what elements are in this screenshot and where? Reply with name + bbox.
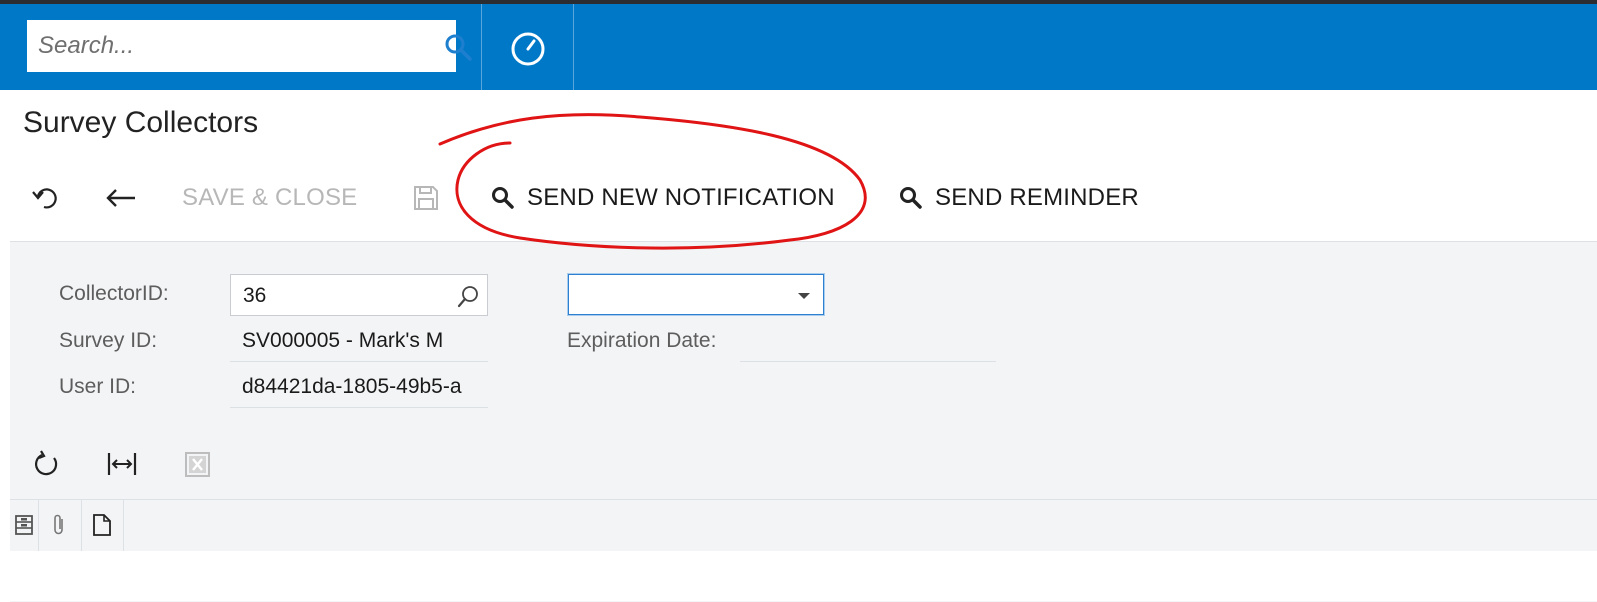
grid-column-divider (81, 500, 82, 551)
fit-columns-icon[interactable] (106, 451, 138, 477)
expiration-date-label: Expiration Date: (567, 329, 717, 352)
save-button[interactable] (412, 178, 440, 218)
back-arrow-icon (106, 189, 135, 207)
save-close-label: SAVE & CLOSE (182, 184, 358, 211)
survey-id-label: Survey ID: (59, 329, 158, 352)
magnifier-icon (492, 187, 514, 209)
grid-column-divider (38, 500, 39, 551)
field-underline (230, 361, 488, 362)
attachment-icon[interactable] (50, 513, 68, 537)
collector-id-value: 36 (243, 284, 267, 307)
user-id-label: User ID: (59, 375, 137, 398)
save-close-button[interactable]: SAVE & CLOSE (182, 178, 357, 218)
lookup-search-icon[interactable] (457, 284, 481, 308)
note-icon[interactable] (92, 513, 112, 537)
user-id-value[interactable]: d84421da-1805-49b5-a (242, 375, 482, 399)
grid-body (10, 551, 1597, 601)
top-navigation-bar (0, 4, 1597, 90)
files-icon[interactable] (13, 514, 35, 536)
header-divider (481, 4, 482, 90)
undo-icon (32, 188, 57, 209)
survey-id-value[interactable]: SV000005 - Mark's M (242, 329, 450, 353)
search-input[interactable] (27, 20, 407, 72)
magnifier-icon (900, 187, 922, 209)
save-icon (414, 186, 438, 210)
grid-header (10, 499, 1597, 552)
collector-id-field[interactable]: 36 (230, 274, 488, 316)
page-title: Survey Collectors (23, 106, 259, 139)
send-reminder-label: SEND REMINDER (935, 184, 1139, 211)
search-icon[interactable] (443, 32, 473, 62)
undo-button[interactable] (30, 178, 60, 218)
field-underline (740, 361, 996, 362)
chevron-down-icon (798, 293, 810, 299)
search-box[interactable] (27, 20, 472, 72)
refresh-icon[interactable] (33, 450, 61, 478)
send-new-notification-label: SEND NEW NOTIFICATION (527, 184, 835, 211)
header-divider (573, 4, 574, 90)
send-reminder-button[interactable]: SEND REMINDER (898, 178, 1139, 218)
collector-id-label: CollectorID: (59, 282, 169, 305)
grid-column-divider (123, 500, 124, 551)
history-icon[interactable] (508, 28, 548, 68)
collector-type-dropdown[interactable] (568, 274, 824, 315)
excel-export-icon[interactable] (184, 451, 211, 478)
back-button[interactable] (104, 178, 138, 218)
field-underline (230, 407, 488, 408)
send-new-notification-button[interactable]: SEND NEW NOTIFICATION (490, 178, 835, 218)
